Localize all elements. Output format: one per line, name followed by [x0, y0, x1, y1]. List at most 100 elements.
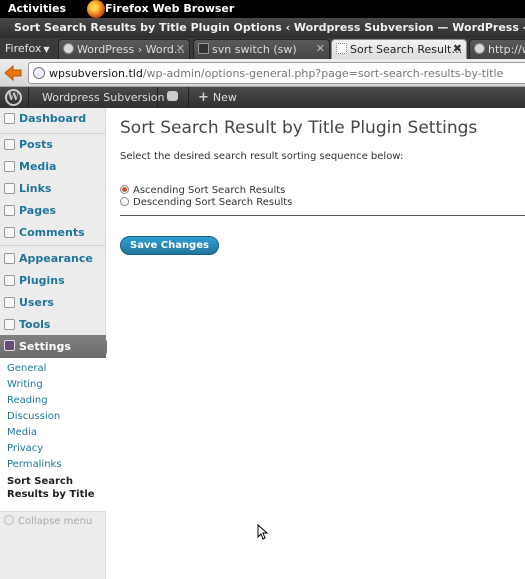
sidebar-item-comments[interactable]: Comments: [0, 222, 106, 244]
submenu-general[interactable]: General: [7, 363, 46, 374]
plus-icon: +: [198, 90, 209, 105]
tab-sort-search-result[interactable]: Sort Search Result… ✖: [331, 39, 467, 59]
close-icon[interactable]: ✖: [453, 42, 462, 55]
window-titlebar: Sort Search Results by Title Plugin Opti…: [0, 18, 525, 38]
collapse-arrow-icon: [4, 515, 14, 525]
close-icon[interactable]: ✕: [316, 42, 325, 55]
sort-ascending-option[interactable]: Ascending Sort Search Results: [120, 185, 285, 196]
gnome-top-bar: Activities Firefox Web Browser: [0, 0, 525, 18]
tab-http[interactable]: http://www.: [469, 39, 525, 59]
app-menu[interactable]: Firefox Web Browser: [105, 2, 234, 15]
wordpress-logo-icon[interactable]: W: [5, 89, 22, 106]
tab-wordpress[interactable]: WordPress › Word… ✕: [58, 39, 190, 59]
collapse-menu-label: Collapse menu: [18, 516, 93, 527]
submenu-discussion[interactable]: Discussion: [7, 411, 60, 422]
sidebar-item-tools[interactable]: Tools: [0, 314, 106, 336]
close-icon[interactable]: ✕: [176, 42, 185, 55]
tab-svn-switch[interactable]: svn switch (sw) ✕: [193, 39, 330, 59]
tab-label: WordPress › Word…: [77, 43, 185, 56]
sidebar-item-label: Tools: [19, 318, 51, 331]
sidebar-item-label: Pages: [19, 204, 57, 217]
sidebar-item-label: Media: [19, 160, 57, 173]
sidebar-item-posts[interactable]: Posts: [0, 134, 106, 156]
tab-label: Sort Search Result…: [350, 43, 463, 56]
sidebar-item-label: Links: [19, 182, 52, 195]
wordpress-favicon-icon: [63, 43, 74, 54]
sidebar-item-plugins[interactable]: Plugins: [0, 270, 106, 292]
plugin-icon: [4, 275, 15, 286]
submenu-sort-search-results-line1[interactable]: Sort Search: [7, 475, 73, 488]
main-content: Sort Search Result by Title Plugin Setti…: [107, 108, 525, 579]
descending-label: Descending Sort Search Results: [133, 197, 293, 208]
sidebar-item-links[interactable]: Links: [0, 178, 106, 200]
url-path: /wp-admin/options-general.php?page=sort-…: [142, 67, 504, 80]
tab-strip: Firefox ▼ WordPress › Word… ✕ svn switch …: [0, 38, 525, 59]
admin-bar-site-name[interactable]: Wordpress Subversion: [42, 91, 165, 104]
section-divider: [120, 215, 525, 216]
users-icon: [4, 297, 15, 308]
page-favicon-icon: [198, 43, 209, 54]
sidebar-item-label: Comments: [19, 226, 85, 239]
collapse-menu-button[interactable]: Collapse menu: [4, 515, 92, 527]
media-icon: [4, 161, 15, 172]
sidebar-item-label: Posts: [19, 138, 53, 151]
settings-description: Select the desired search result sorting…: [120, 151, 404, 162]
menu-separator: [0, 245, 106, 246]
pages-icon: [4, 205, 15, 216]
sidebar-item-label: Plugins: [19, 274, 65, 287]
firefox-logo-icon: [87, 0, 105, 18]
admin-bar-new-label: New: [212, 91, 237, 104]
chevron-down-icon: ▼: [43, 45, 50, 54]
descending-radio[interactable]: [120, 197, 129, 206]
sidebar-item-media[interactable]: Media: [0, 156, 106, 178]
sidebar-item-users[interactable]: Users: [0, 292, 106, 314]
loading-favicon-icon: [336, 43, 347, 54]
admin-bar-new-button[interactable]: + New: [198, 90, 237, 105]
submenu-sort-search-results-line2[interactable]: Results by Title: [7, 488, 95, 501]
page-title: Sort Search Result by Title Plugin Setti…: [120, 118, 478, 138]
mouse-cursor-icon: [257, 524, 269, 540]
settings-icon: [4, 340, 15, 351]
sort-descending-option[interactable]: Descending Sort Search Results: [120, 197, 292, 208]
admin-bar-divider: [28, 87, 29, 108]
url-bar[interactable]: wpsubversion.tld/wp-admin/options-genera…: [28, 62, 525, 84]
ascending-label: Ascending Sort Search Results: [133, 185, 286, 196]
navigation-bar: wpsubversion.tld/wp-admin/options-genera…: [0, 59, 525, 87]
settings-submenu: General Writing Reading Discussion Media…: [0, 358, 106, 512]
submenu-permalinks[interactable]: Permalinks: [7, 459, 62, 470]
admin-bar-divider: [157, 87, 158, 108]
submenu-writing[interactable]: Writing: [7, 379, 43, 390]
ascending-radio[interactable]: [120, 185, 129, 194]
admin-sidebar: Dashboard Posts Media Links Pages Commen…: [0, 108, 113, 579]
back-arrow-icon: [4, 64, 22, 82]
save-changes-button[interactable]: Save Changes: [120, 236, 219, 255]
sidebar-item-label: Dashboard: [19, 112, 87, 125]
tab-label: http://www.: [488, 43, 525, 56]
comments-bubble-icon[interactable]: [167, 91, 178, 101]
sidebar-item-pages[interactable]: Pages: [0, 200, 106, 222]
pin-icon: [4, 139, 15, 150]
sidebar-item-appearance[interactable]: Appearance: [0, 248, 106, 270]
dashboard-icon: [4, 113, 15, 124]
tab-label: svn switch (sw): [212, 43, 297, 56]
window-title: Sort Search Results by Title Plugin Opti…: [14, 21, 525, 34]
link-icon: [4, 183, 15, 194]
admin-bar-divider: [188, 87, 189, 108]
wp-admin-bar: W Wordpress Subversion + New: [0, 87, 525, 108]
sidebar-item-label: Users: [19, 296, 54, 309]
activities-button[interactable]: Activities: [8, 2, 66, 15]
sidebar-item-settings[interactable]: Settings: [0, 335, 113, 359]
firefox-menu-label: Firefox: [5, 42, 42, 55]
submenu-media[interactable]: Media: [7, 427, 37, 438]
back-button[interactable]: [2, 62, 24, 84]
submenu-privacy[interactable]: Privacy: [7, 443, 43, 454]
sidebar-item-label: Settings: [19, 340, 71, 353]
comments-icon: [4, 227, 15, 238]
firefox-menu-button[interactable]: Firefox ▼: [0, 38, 56, 59]
site-identity-icon[interactable]: [33, 67, 45, 79]
url-domain: wpsubversion.tld: [49, 67, 143, 80]
sidebar-item-dashboard[interactable]: Dashboard: [0, 108, 106, 130]
wordpress-favicon-icon: [474, 43, 485, 54]
submenu-reading[interactable]: Reading: [7, 395, 48, 406]
appearance-icon: [4, 253, 15, 264]
